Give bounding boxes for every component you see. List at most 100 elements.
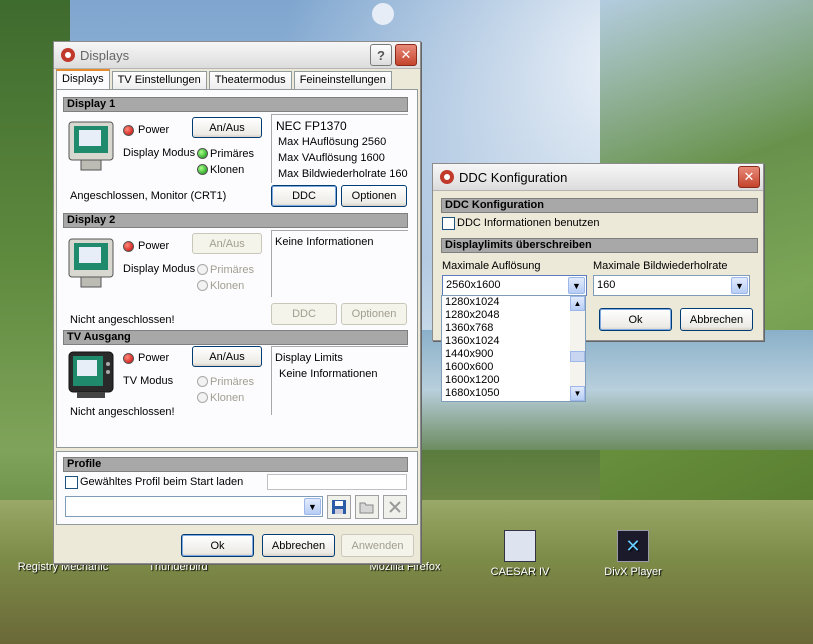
list-item[interactable]: 1280x2048 <box>442 309 585 322</box>
ddc-window-title: DDC Konfiguration <box>459 169 568 185</box>
scroll-up-icon[interactable]: ▲ <box>570 296 585 311</box>
delete-profile-button[interactable] <box>383 495 407 519</box>
display2-status: Nicht angeschlossen! <box>70 314 175 326</box>
display2-toggle-button[interactable]: An/Aus <box>192 233 262 254</box>
desktop-icon-divx-player[interactable]: ✕ DivX Player <box>578 530 688 578</box>
tv-status: Nicht angeschlossen! <box>70 406 175 418</box>
list-item[interactable]: 1600x1200 <box>442 374 585 387</box>
list-item[interactable]: 1360x768 <box>442 322 585 335</box>
window-title: Displays <box>80 47 130 63</box>
dropdown-scrollbar[interactable]: ▲ ▼ <box>570 296 585 401</box>
list-item[interactable]: 1600x600 <box>442 361 585 374</box>
tv-info-line: Display Limits <box>275 352 343 364</box>
scroll-thumb[interactable] <box>570 351 585 362</box>
display2-power-led <box>123 241 134 252</box>
display1-ddc-button[interactable]: DDC <box>271 185 337 207</box>
tab-tv-einstellungen[interactable]: TV Einstellungen <box>111 71 207 90</box>
display1-info-line: NEC FP1370 <box>276 119 347 133</box>
list-item[interactable]: 1360x1024 <box>442 335 585 348</box>
max-res-value: 2560x1600 <box>446 279 501 291</box>
close-button[interactable]: ✕ <box>395 44 417 66</box>
ddc-section-header: DDC Konfiguration <box>441 198 758 213</box>
list-item[interactable]: 1680x1050 <box>442 387 585 400</box>
tv-clone-label: Klonen <box>210 392 245 404</box>
help-button[interactable]: ? <box>370 44 392 66</box>
moon <box>372 3 394 25</box>
display1-info: NEC FP1370 Max HAuflösung 2560 Max VAufl… <box>271 114 408 183</box>
max-refresh-value: 160 <box>597 279 616 291</box>
caesar-iv-icon <box>504 530 536 562</box>
monitor-icon <box>68 121 114 171</box>
app-logo-icon <box>440 170 454 184</box>
tv-mode-label: TV Modus <box>123 375 174 387</box>
displays-tab-panel: Display 1 Power An/Aus Display Modus Pri… <box>56 89 418 448</box>
save-profile-button[interactable] <box>327 495 351 519</box>
tv-clone-radio[interactable] <box>197 392 208 403</box>
display2-clone-radio[interactable] <box>197 280 208 291</box>
display1-mode-label: Display Modus <box>123 147 196 159</box>
display1-power-led <box>123 125 134 136</box>
max-refresh-select[interactable]: 160 ▼ <box>593 275 750 296</box>
display2-header: Display 2 <box>63 213 408 228</box>
apply-button[interactable]: Anwenden <box>341 534 414 557</box>
display1-toggle-button[interactable]: An/Aus <box>192 117 262 138</box>
limits-section-header: Displaylimits überschreiben <box>441 238 758 253</box>
display2-ddc-button[interactable]: DDC <box>271 303 337 325</box>
profile-select[interactable]: ▼ <box>65 496 323 517</box>
display1-status: Angeschlossen, Monitor (CRT1) <box>70 190 227 202</box>
tv-power-label: Power <box>138 352 170 364</box>
display1-info-line: Max Bildwiederholrate 160 <box>278 168 408 180</box>
desktop-icon-caesar-iv[interactable]: CAESAR IV <box>465 530 575 578</box>
tab-theatermodus[interactable]: Theatermodus <box>208 71 292 90</box>
profile-name-field[interactable] <box>267 474 407 490</box>
ddc-cancel-button[interactable]: Abbrechen <box>680 308 753 331</box>
display2-primary-radio[interactable] <box>197 264 208 275</box>
list-item[interactable]: 1280x1024 <box>442 296 585 309</box>
open-profile-button[interactable] <box>355 495 379 519</box>
tv-info: Display Limits Keine Informationen <box>271 346 408 415</box>
resolution-dropdown-list[interactable]: 1280x1024 1280x2048 1360x768 1360x1024 1… <box>441 295 586 402</box>
profile-panel: Profile Gewähltes Profil beim Start lade… <box>56 451 418 525</box>
ddc-ok-button[interactable]: Ok <box>599 308 672 331</box>
display2-info: Keine Informationen <box>271 230 408 297</box>
tv-primary-label: Primäres <box>210 376 255 388</box>
display1-info-line: Max VAuflösung 1600 <box>278 152 385 164</box>
display1-primary-label: Primäres <box>210 148 255 160</box>
tv-primary-radio[interactable] <box>197 376 208 387</box>
display1-options-button[interactable]: Optionen <box>341 185 407 207</box>
chevron-down-icon[interactable]: ▼ <box>304 498 321 515</box>
display1-clone-led <box>197 164 208 175</box>
ddc-titlebar[interactable]: DDC Konfiguration ✕ <box>433 164 763 191</box>
ddc-close-button[interactable]: ✕ <box>738 166 760 188</box>
display2-power-label: Power <box>138 240 170 252</box>
chevron-down-icon[interactable]: ▼ <box>568 277 585 294</box>
folder-open-icon <box>359 502 374 514</box>
display1-power-label: Power <box>138 124 170 136</box>
delete-icon <box>389 501 401 513</box>
tv-info-line: Keine Informationen <box>279 368 378 380</box>
max-res-label: Maximale Auflösung <box>442 260 541 272</box>
ok-button[interactable]: Ok <box>181 534 254 557</box>
tv-toggle-button[interactable]: An/Aus <box>192 346 262 367</box>
display2-mode-label: Display Modus <box>123 263 196 275</box>
cancel-button[interactable]: Abbrechen <box>262 534 335 557</box>
chevron-down-icon[interactable]: ▼ <box>731 277 748 294</box>
scroll-down-icon[interactable]: ▼ <box>570 386 585 401</box>
list-item[interactable]: 1440x900 <box>442 348 585 361</box>
use-ddc-checkbox[interactable] <box>442 217 455 230</box>
divx-player-icon: ✕ <box>617 530 649 562</box>
save-icon <box>332 500 346 514</box>
load-profile-label: Gewähltes Profil beim Start laden <box>80 476 244 488</box>
load-profile-checkbox[interactable] <box>65 476 78 489</box>
displays-window: Displays ? ✕ Displays TV Einstellungen T… <box>53 41 421 564</box>
profile-header: Profile <box>63 457 408 472</box>
max-res-select[interactable]: 2560x1600 ▼ <box>442 275 587 296</box>
displays-titlebar[interactable]: Displays ? ✕ <box>54 42 420 69</box>
tv-header: TV Ausgang <box>63 330 408 345</box>
display1-header: Display 1 <box>63 97 408 112</box>
display1-info-line: Max HAuflösung 2560 <box>278 136 387 148</box>
tab-feineinstellungen[interactable]: Feineinstellungen <box>293 71 392 90</box>
tv-icon <box>68 351 114 398</box>
display2-options-button[interactable]: Optionen <box>341 303 407 325</box>
monitor-icon <box>68 238 114 288</box>
